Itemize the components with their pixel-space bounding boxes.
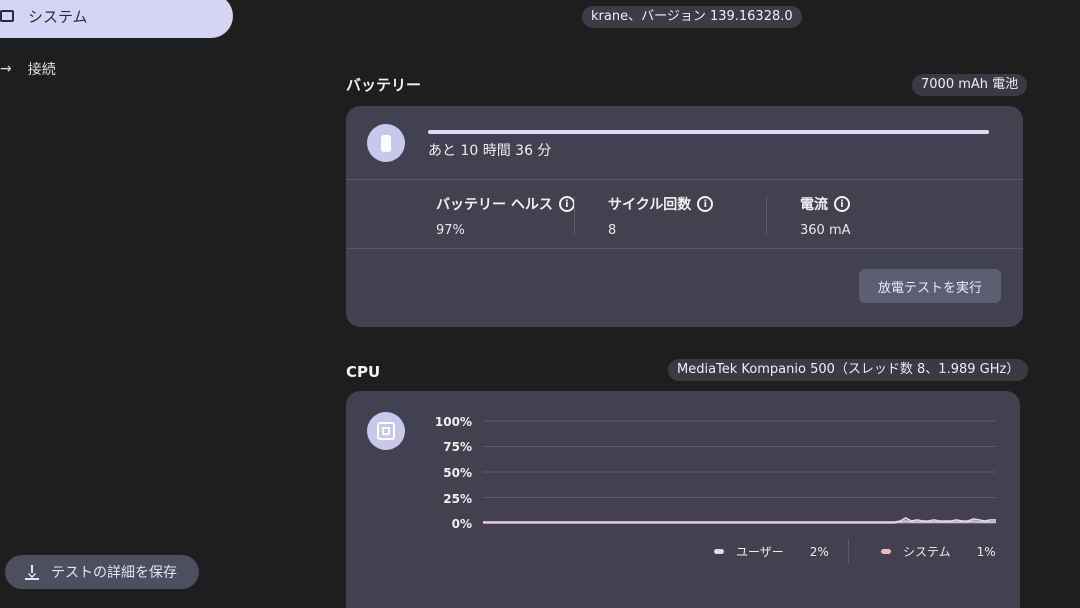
run-discharge-test-button[interactable]: 放電テストを実行 xyxy=(859,269,1001,303)
legend-value: 1% xyxy=(976,544,996,559)
legend-swatch xyxy=(881,549,891,554)
battery-time-remaining: あと 10 時間 36 分 xyxy=(428,143,552,159)
divider xyxy=(848,539,849,563)
sidebar-item-system[interactable]: システム xyxy=(0,0,233,38)
sidebar-item-label: 接続 xyxy=(27,62,56,78)
legend-label: システム xyxy=(903,545,951,559)
battery-health-stat: バッテリー ヘルス i 97% xyxy=(436,194,575,238)
cpu-usage-chart xyxy=(483,420,996,524)
legend-user: ユーザー 2% xyxy=(714,543,829,560)
stat-value: 8 xyxy=(608,223,617,238)
stat-label: バッテリー ヘルス xyxy=(436,197,553,213)
info-icon[interactable]: i xyxy=(834,196,850,212)
download-icon xyxy=(25,564,39,580)
sidebar-item-label: システム xyxy=(28,7,88,26)
divider xyxy=(574,196,575,234)
stat-label: 電流 xyxy=(800,197,828,213)
battery-capacity-chip: 7000 mAh 電池 xyxy=(912,74,1028,96)
info-icon[interactable]: i xyxy=(558,196,575,212)
cpu-card: 100% 75% 50% 25% 0% ユーザー 2% システム 1% xyxy=(346,391,1020,608)
current-stat: 電流 i 360 mA xyxy=(800,194,851,238)
version-chip: krane、バージョン 139.16328.0 xyxy=(582,6,802,28)
battery-charge-bar xyxy=(428,130,989,134)
divider xyxy=(766,196,767,234)
stat-label: サイクル回数 xyxy=(608,197,692,213)
legend-swatch xyxy=(714,549,724,554)
legend-label: ユーザー xyxy=(736,545,784,559)
cpu-section-title: CPU xyxy=(346,363,381,381)
divider xyxy=(346,179,1023,180)
save-button-label: テストの詳細を保存 xyxy=(51,565,177,581)
cpu-model-chip: MediaTek Kompanio 500（スレッド数 8、1.989 GHz） xyxy=(668,359,1029,381)
battery-icon xyxy=(367,124,405,162)
save-test-details-button[interactable]: テストの詳細を保存 xyxy=(5,555,199,589)
stat-value: 360 mA xyxy=(800,223,851,238)
sidebar-item-connection[interactable]: → 接続 xyxy=(0,56,56,82)
info-icon[interactable]: i xyxy=(697,196,714,212)
laptop-icon xyxy=(0,10,14,22)
battery-section-title: バッテリー xyxy=(346,76,422,94)
cycle-count-stat: サイクル回数 i 8 xyxy=(608,194,714,238)
legend-system: システム 1% xyxy=(881,543,996,560)
divider xyxy=(346,248,1023,249)
arrow-right-icon: → xyxy=(0,61,12,77)
legend-value: 2% xyxy=(809,544,829,559)
battery-card: あと 10 時間 36 分 バッテリー ヘルス i 97% サイクル回数 i 8 電… xyxy=(346,106,1023,327)
stat-value: 97% xyxy=(436,223,465,238)
